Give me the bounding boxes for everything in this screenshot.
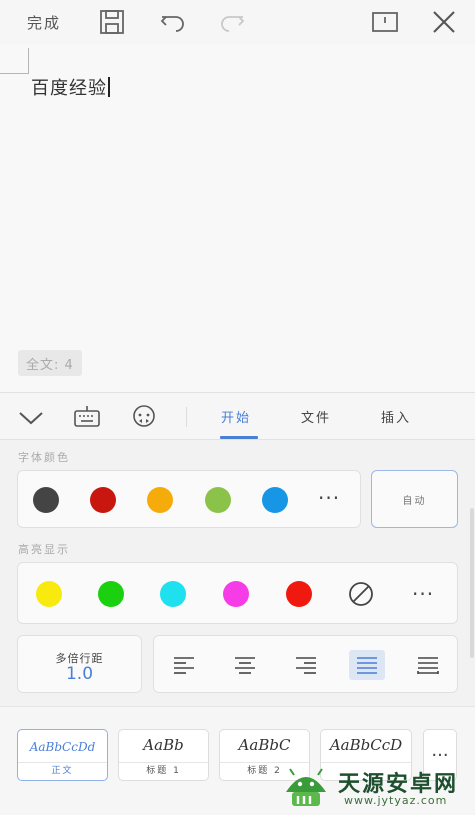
style-sample: AaBb xyxy=(143,736,184,754)
editor-tab-bar: 开始 文件 插入 xyxy=(0,392,475,440)
style-card-heading-1[interactable]: AaBb 标题 1 xyxy=(118,729,209,781)
panel-scrollbar[interactable] xyxy=(470,508,474,658)
collapse-chevron-icon[interactable] xyxy=(17,403,45,431)
align-distributed-icon[interactable] xyxy=(413,650,443,680)
font-color-swatch[interactable] xyxy=(33,487,59,513)
line-spacing-value: 1.0 xyxy=(65,664,94,684)
tab-file[interactable]: 文件 xyxy=(301,393,331,439)
auto-color-button[interactable]: 自动 xyxy=(371,470,458,528)
site-watermark: 天源安卓网 www.jytyaz.com xyxy=(282,764,472,812)
done-button[interactable]: 完成 xyxy=(22,8,66,36)
format-panel: 字体颜色 ··· 自动 高亮显示 ··· 多倍行距 1.0 AaBbCcDd 正… xyxy=(0,440,475,815)
highlight-swatch[interactable] xyxy=(98,581,124,607)
font-color-swatch[interactable] xyxy=(90,487,116,513)
style-card-body[interactable]: AaBbCcDd 正文 xyxy=(17,729,108,781)
style-sample: AaBbCcDd xyxy=(29,740,96,754)
document-canvas[interactable]: 百度经验 全文: 4 xyxy=(0,44,475,392)
style-name: 标题 1 xyxy=(119,762,208,780)
highlight-label: 高亮显示 xyxy=(18,543,70,556)
font-color-label: 字体颜色 xyxy=(18,451,70,464)
tab-start[interactable]: 开始 xyxy=(221,393,251,439)
font-color-palette: ··· xyxy=(17,470,361,528)
android-robot-icon xyxy=(282,766,330,810)
font-color-swatch[interactable] xyxy=(147,487,173,513)
align-center-icon[interactable] xyxy=(230,650,260,680)
font-color-more-button[interactable]: ··· xyxy=(318,488,340,508)
redo-icon[interactable] xyxy=(218,8,246,36)
no-color-icon[interactable] xyxy=(348,581,374,607)
active-tab-indicator xyxy=(220,436,258,439)
keyboard-icon[interactable] xyxy=(73,403,101,431)
style-sample: AaBbC xyxy=(238,736,291,754)
font-color-swatch[interactable] xyxy=(205,487,231,513)
tab-separator xyxy=(186,407,187,427)
watermark-url: www.jytyaz.com xyxy=(344,794,448,807)
close-icon[interactable] xyxy=(430,8,458,36)
text-caret xyxy=(108,77,110,97)
alignment-group xyxy=(153,635,458,693)
style-sample: AaBbCcD xyxy=(329,736,403,754)
top-toolbar: 完成 xyxy=(0,0,475,44)
font-color-swatch[interactable] xyxy=(262,487,288,513)
highlight-palette: ··· xyxy=(17,562,458,624)
voice-assistant-icon[interactable] xyxy=(130,403,158,431)
highlight-swatch[interactable] xyxy=(36,581,62,607)
highlight-more-button[interactable]: ··· xyxy=(412,584,434,604)
highlight-swatch[interactable] xyxy=(286,581,312,607)
save-icon[interactable] xyxy=(98,8,126,36)
page-view-icon[interactable] xyxy=(371,8,399,36)
highlight-swatch[interactable] xyxy=(223,581,249,607)
style-name: 正文 xyxy=(18,762,107,780)
highlight-swatch[interactable] xyxy=(160,581,186,607)
undo-icon[interactable] xyxy=(159,8,187,36)
line-spacing-button[interactable]: 多倍行距 1.0 xyxy=(17,635,142,693)
word-count-badge: 全文: 4 xyxy=(18,350,82,376)
align-justify-icon[interactable] xyxy=(349,650,385,680)
tab-insert[interactable]: 插入 xyxy=(381,393,411,439)
document-text[interactable]: 百度经验 xyxy=(31,74,110,100)
align-left-icon[interactable] xyxy=(169,650,199,680)
page-margin-marker xyxy=(0,48,29,74)
align-right-icon[interactable] xyxy=(291,650,321,680)
